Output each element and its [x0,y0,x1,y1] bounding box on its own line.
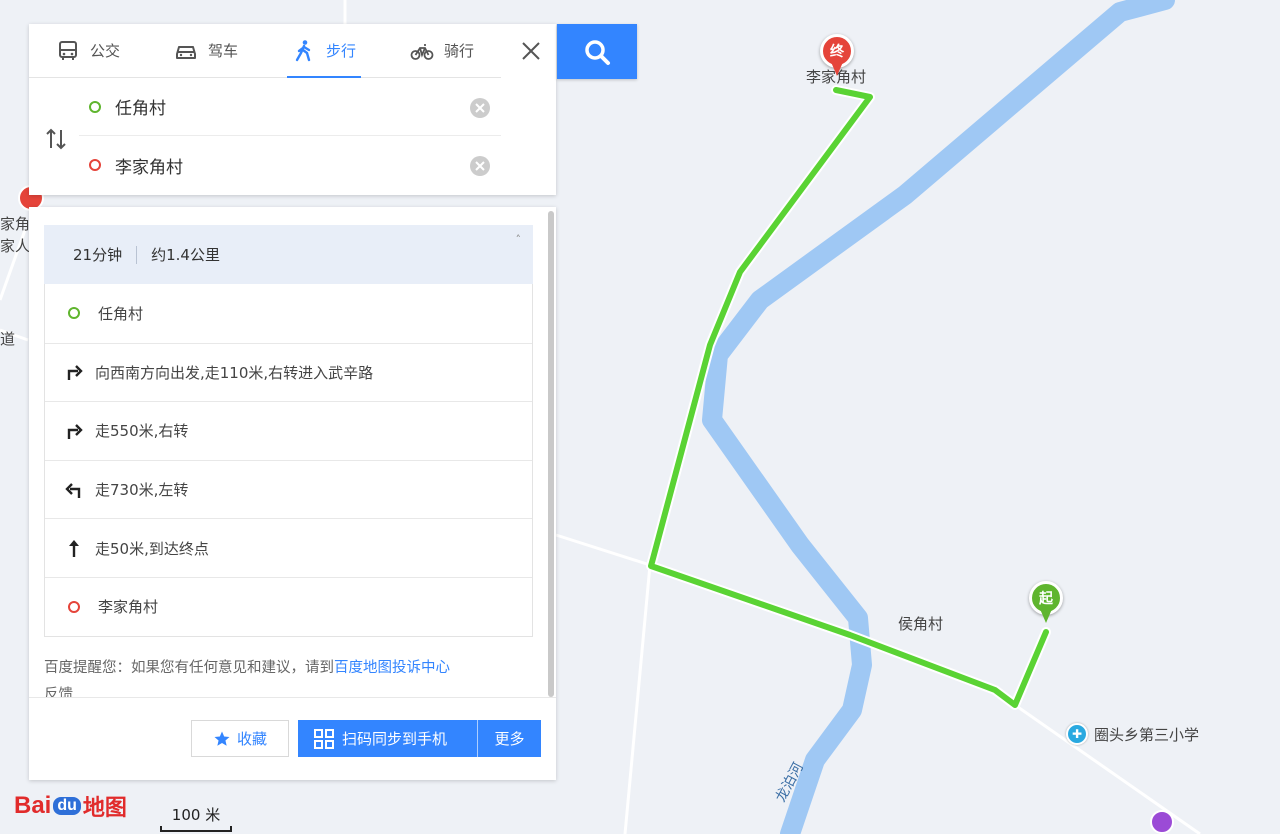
map-label-edge: 道 [0,330,16,348]
complaint-center-link[interactable]: 百度地图投诉中心 [334,660,450,676]
route-plan: 21分钟 约1.4公里 ˄ 任角村 向西南方向出发,走110米,右转进入武辛路 … [44,225,533,637]
search-button[interactable] [557,24,637,79]
sync-to-phone-button[interactable]: 扫码同步到手机 [298,720,478,757]
scale-label: 100 米 [171,806,221,824]
turn-right-icon [67,365,83,381]
turn-left-icon [65,482,81,498]
map-label-edge: 家人 [0,237,31,255]
notice-suffix: 反馈 [44,687,73,697]
tab-bus[interactable]: 公交 [29,24,147,77]
notice-prefix: 百度提醒您：如果您有任何意见和建议，请到 [44,660,334,676]
favorite-button[interactable]: 收藏 [191,720,289,757]
car-icon [175,45,196,59]
bike-icon [410,43,434,60]
route-inputs [29,78,556,194]
tab-bike-label: 骑行 [443,42,474,60]
logo-du: du [53,797,81,815]
poi-school-label: 圈头乡第三小学 [1094,725,1200,744]
route-result-panel: 21分钟 约1.4公里 ˄ 任角村 向西南方向出发,走110米,右转进入武辛路 … [29,207,556,780]
origin-ring-icon [89,100,101,113]
destination-input[interactable] [115,155,435,175]
start-pin[interactable]: 起 [1029,581,1063,627]
destination-ring-icon [89,159,101,171]
school-icon: ✚ [1066,723,1088,745]
tab-bike[interactable]: 骑行 [383,24,501,77]
tab-walk[interactable]: 步行 [265,24,383,78]
step-text: 走50米,到达终点 [95,539,209,558]
clear-origin-icon[interactable] [469,97,491,119]
transport-mode-tabs: 公交 驾车 步行 骑行 [29,24,501,78]
route-step[interactable]: 走730米,左转 [45,459,532,519]
step-origin[interactable]: 任角村 [45,284,532,343]
bus-icon [58,40,77,60]
route-step[interactable]: 向西南方向出发,走110米,右转进入武辛路 [45,342,532,402]
poi-school[interactable]: ✚ 圈头乡第三小学 [1066,723,1199,745]
tab-drive-label: 驾车 [207,42,238,60]
turn-right-icon [67,424,83,439]
result-actions: 收藏 扫码同步到手机 更多 [29,697,556,780]
shop-marker-icon [1150,810,1174,834]
logo-map: 地图 [82,795,127,820]
origin-input[interactable] [115,96,435,117]
route-summary[interactable]: 21分钟 约1.4公里 ˄ [44,225,533,284]
scale-bar [160,826,232,832]
sync-label: 扫码同步到手机 [342,730,448,748]
more-button[interactable]: 更多 [478,728,541,749]
route-step[interactable]: 走50米,到达终点 [45,518,532,577]
end-pin[interactable]: 终 [820,34,854,80]
tab-bus-label: 公交 [89,42,120,60]
destination-ring-icon [68,600,80,613]
collapse-caret-icon[interactable]: ˄ [516,233,522,246]
baidu-map-logo[interactable]: Bai du 地图 [14,790,127,822]
search-icon [585,39,610,65]
start-pin-tip [1040,609,1052,623]
origin-ring-icon [68,307,80,320]
step-text: 走550米,右转 [95,422,189,441]
tab-drive[interactable]: 驾车 [147,24,265,77]
route-steps: 任角村 向西南方向出发,走110米,右转进入武辛路 走550米,右转 走730米… [44,284,533,637]
walk-icon [295,39,311,61]
sync-button-group: 扫码同步到手机 更多 [298,720,541,757]
destination-row [79,136,501,194]
swap-icon[interactable] [43,126,69,152]
feedback-notice: 百度提醒您：如果您有任何意见和建议，请到百度地图投诉中心 反馈 [44,655,533,697]
route-search-panel: 公交 驾车 步行 骑行 [29,24,556,195]
clear-destination-icon[interactable] [469,155,491,177]
logo-bai: Bai [14,792,52,819]
map-scale: 100 米 [160,804,232,832]
result-scrollbar[interactable] [548,211,554,697]
route-step[interactable]: 走550米,右转 [45,401,532,460]
qr-code-icon [314,728,334,749]
step-text: 走730米,左转 [95,481,189,500]
summary-divider [136,245,138,264]
close-icon[interactable] [516,36,546,66]
map-label-edge: 家角 [0,215,31,233]
map-label-mid-place: 侯角村 [898,615,944,633]
step-text: 向西南方向出发,走110米,右转进入武辛路 [95,363,374,382]
star-icon [214,731,230,746]
tab-walk-label: 步行 [325,42,356,60]
favorite-label: 收藏 [236,730,267,748]
step-text: 任角村 [98,304,144,323]
route-duration: 21分钟 [73,246,123,264]
straight-icon [69,540,79,558]
route-distance: 约1.4公里 [151,246,220,264]
step-destination[interactable]: 李家角村 [45,576,532,636]
end-pin-tip [831,62,843,76]
step-text: 李家角村 [98,598,159,617]
origin-row [79,78,501,136]
